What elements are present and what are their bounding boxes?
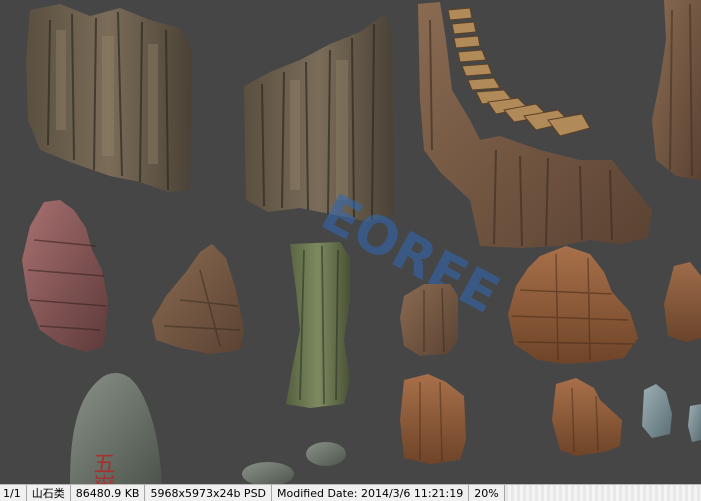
cliff-with-stairs-rock (418, 2, 652, 248)
status-bar-filler (504, 485, 701, 501)
block-brown-rock (400, 284, 458, 356)
stepped-orange-rock (508, 246, 638, 364)
stone-inscription: 五嶽 (90, 452, 116, 484)
red-layered-rock (22, 200, 108, 352)
wooden-stairs (447, 7, 591, 137)
cliff-wall-rock (26, 4, 192, 192)
image-canvas[interactable]: EOREE 五嶽 (0, 0, 701, 484)
cliff-wall-rock (244, 14, 394, 222)
image-index: 1/1 (0, 485, 27, 501)
folder-name: 山石类 (27, 485, 71, 501)
mossy-column-rock (286, 242, 350, 408)
medium-orange-rock (552, 378, 622, 456)
pebble-rocks (242, 442, 346, 484)
small-blue-rock (642, 384, 701, 442)
partial-cliff-rock (652, 0, 701, 180)
zoom-level: 20% (469, 485, 505, 501)
file-size: 86480.9 KB (71, 485, 146, 501)
partial-tan-rock (664, 262, 701, 342)
tall-orange-rock (400, 374, 466, 464)
engraved-stone: 五嶽 (70, 372, 162, 484)
pointed-brown-rock (152, 244, 244, 354)
image-dimensions: 5968x5973x24b PSD (145, 485, 273, 501)
status-bar: 1/1 山石类 86480.9 KB 5968x5973x24b PSD Mod… (0, 484, 701, 501)
rock-asset-sheet: EOREE 五嶽 (22, 0, 701, 484)
modified-date: Modified Date: 2014/3/6 11:21:19 (272, 485, 470, 501)
